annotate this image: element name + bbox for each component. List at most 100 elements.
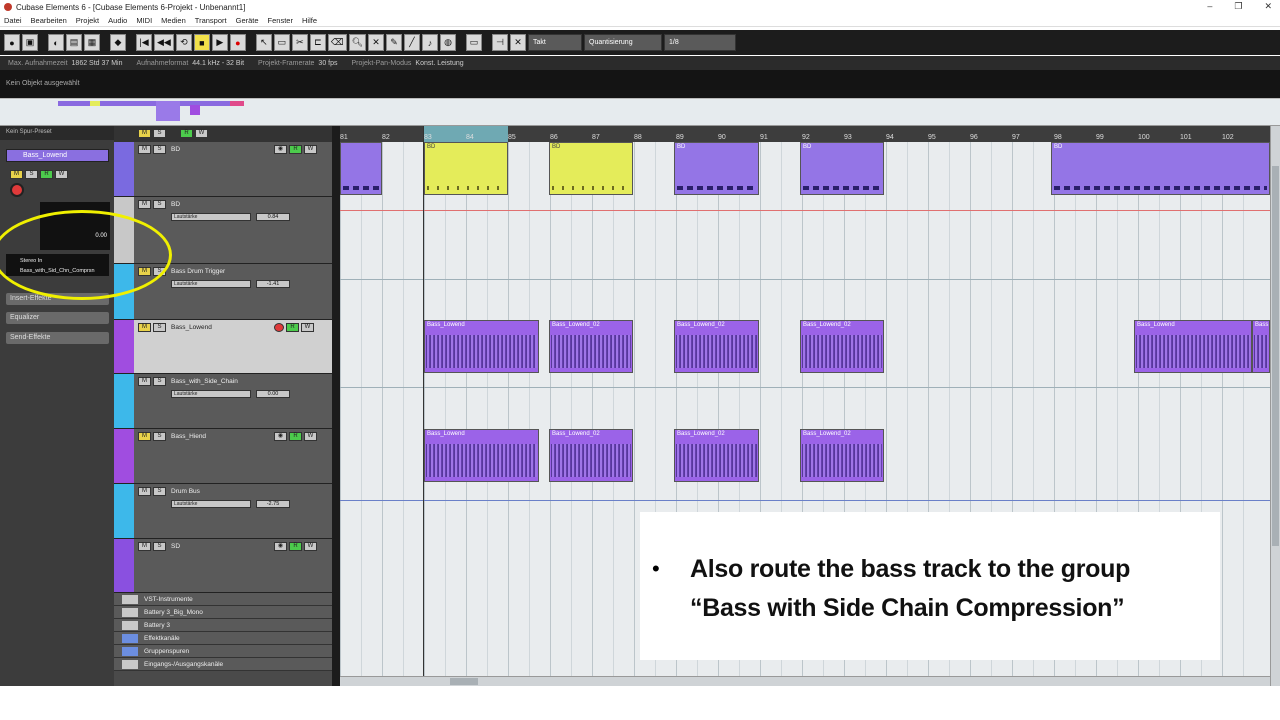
read-button[interactable]: R: [289, 432, 302, 441]
split-tool-icon[interactable]: ✂: [291, 34, 308, 51]
track-row[interactable]: MS Bass_with_Side_Chain Lautstärke 0.00: [114, 374, 332, 429]
write-button[interactable]: W: [304, 432, 317, 441]
solo-button[interactable]: S: [153, 145, 166, 154]
menu-audio[interactable]: Audio: [108, 16, 127, 25]
activate-project-button[interactable]: ●: [4, 34, 20, 51]
menu-transport[interactable]: Transport: [195, 16, 227, 25]
read-button[interactable]: R: [286, 323, 299, 332]
mute-button[interactable]: M: [10, 170, 23, 179]
horizontal-scrollbar[interactable]: [340, 676, 1270, 686]
mute-button[interactable]: M: [138, 145, 151, 154]
record-enable-icon[interactable]: [274, 323, 284, 332]
mute-button[interactable]: M: [138, 200, 151, 209]
stop-button[interactable]: ■: [193, 34, 210, 51]
volume-slider[interactable]: Lautstärke: [171, 280, 251, 288]
iq-dropdown[interactable]: 1/8: [664, 34, 737, 51]
project-overview[interactable]: [0, 98, 1280, 126]
audio-event[interactable]: Bass: [1252, 320, 1270, 373]
line-tool-icon[interactable]: ╱: [404, 34, 421, 51]
menu-hilfe[interactable]: Hilfe: [302, 16, 317, 25]
mute-button[interactable]: M: [138, 487, 151, 496]
folder-track[interactable]: Effektkanäle: [114, 632, 332, 645]
read-button[interactable]: R: [289, 145, 302, 154]
audio-event[interactable]: Bass_Lowend_02: [800, 320, 884, 373]
track-preset-header[interactable]: Kein Spur-Preset: [0, 126, 114, 140]
play-tool-icon[interactable]: ♪: [422, 34, 439, 51]
monitor-button[interactable]: ◉: [274, 145, 287, 154]
equalizer-section[interactable]: Equalizer: [6, 312, 109, 324]
folder-track[interactable]: Battery 3_Big_Mono: [114, 606, 332, 619]
audio-event[interactable]: Bass_Lowend: [424, 320, 539, 373]
read-button[interactable]: R: [289, 542, 302, 551]
mute-button[interactable]: M: [138, 377, 151, 386]
send-effects-section[interactable]: Send-Effekte: [6, 332, 109, 344]
midi-part[interactable]: BD: [549, 142, 633, 195]
vertical-scrollbar[interactable]: [1270, 126, 1280, 686]
erase-tool-icon[interactable]: ⌫: [327, 34, 347, 51]
glue-tool-icon[interactable]: ⊏: [309, 34, 326, 51]
solo-button[interactable]: S: [25, 170, 38, 179]
midi-part[interactable]: BD: [800, 142, 884, 195]
track-row[interactable]: MS BD ◉ R W: [114, 142, 332, 197]
solo-button[interactable]: S: [153, 377, 166, 386]
solo-button[interactable]: S: [153, 323, 166, 332]
audio-event[interactable]: Bass_Lowend_02: [674, 429, 759, 482]
monitor-button[interactable]: ◉: [274, 432, 287, 441]
folder-track[interactable]: VST-Instrumente: [114, 593, 332, 606]
menu-midi[interactable]: MIDI: [136, 16, 152, 25]
solo-button[interactable]: S: [153, 432, 166, 441]
inspector-track-name[interactable]: Bass_Lowend: [6, 149, 109, 162]
write-button[interactable]: W: [55, 170, 68, 179]
arrow-tool-icon[interactable]: ↖: [255, 34, 272, 51]
track-name[interactable]: Bass Drum Trigger: [171, 268, 225, 275]
maximize-button[interactable]: ❐: [1234, 1, 1242, 12]
grid-type-dropdown[interactable]: Takt: [528, 34, 583, 51]
audio-event[interactable]: Bass_Lowend_02: [549, 320, 633, 373]
audio-event[interactable]: Bass_Lowend_02: [549, 429, 633, 482]
status-value[interactable]: Konst. Leistung: [415, 60, 463, 67]
timeline-ruler[interactable]: 81 82 83 84 85 86 87 88 89 90 91 92 93 9…: [340, 126, 1270, 142]
track-row[interactable]: MS Bass_Hiend ◉ R W: [114, 429, 332, 484]
solo-button[interactable]: S: [153, 487, 166, 496]
color-tool-icon[interactable]: ◍: [440, 34, 457, 51]
snap-icon[interactable]: ⊣: [492, 34, 509, 51]
global-write-button[interactable]: W: [195, 129, 208, 138]
status-value[interactable]: 1862 Std 37 Min: [72, 60, 123, 67]
midi-part[interactable]: BD: [674, 142, 759, 195]
info-line-toggle-icon[interactable]: ▤: [66, 34, 82, 51]
overview-toggle-icon[interactable]: ▦: [84, 34, 100, 51]
draw-tool-icon[interactable]: ✎: [386, 34, 403, 51]
volume-slider[interactable]: Lautstärke: [171, 213, 251, 221]
folder-track[interactable]: Eingangs-/Ausgangskanäle: [114, 658, 332, 671]
scroll-thumb[interactable]: [1272, 166, 1279, 546]
volume-value[interactable]: 0.00: [256, 390, 290, 398]
scroll-thumb[interactable]: [450, 678, 478, 685]
write-button[interactable]: W: [304, 542, 317, 551]
menu-medien[interactable]: Medien: [161, 16, 186, 25]
zoom-tool-icon[interactable]: 🔍︎: [348, 34, 367, 51]
track-name[interactable]: Drum Bus: [171, 488, 200, 495]
track-row-selected[interactable]: MS Bass_Lowend RW: [114, 320, 332, 374]
track-name[interactable]: BD: [171, 146, 180, 153]
status-value[interactable]: 30 fps: [318, 60, 337, 67]
read-button[interactable]: R: [40, 170, 53, 179]
menu-datei[interactable]: Datei: [4, 16, 22, 25]
audio-event[interactable]: Bass_Lowend: [424, 429, 539, 482]
minimize-button[interactable]: –: [1207, 1, 1212, 12]
global-read-button[interactable]: R: [180, 129, 193, 138]
midi-part[interactable]: BD: [1051, 142, 1270, 195]
inspector-toggle-icon[interactable]: ◐: [48, 34, 64, 51]
mute-tool-icon[interactable]: ✕: [368, 34, 385, 51]
volume-value[interactable]: -2.75: [256, 500, 290, 508]
folder-track[interactable]: Gruppenspuren: [114, 645, 332, 658]
track-name[interactable]: Bass_with_Side_Chain: [171, 378, 238, 385]
volume-value[interactable]: 0.84: [256, 213, 290, 221]
auto-mode-icon[interactable]: ◆: [110, 34, 126, 51]
solo-button[interactable]: S: [153, 200, 166, 209]
go-to-start-icon[interactable]: |◀: [136, 34, 152, 51]
folder-track[interactable]: Battery 3: [114, 619, 332, 632]
rewind-icon[interactable]: ◀◀: [154, 34, 174, 51]
record-button[interactable]: ●: [229, 34, 246, 51]
mute-button[interactable]: M: [138, 323, 151, 332]
autoscroll-icon[interactable]: ▭: [466, 34, 483, 51]
